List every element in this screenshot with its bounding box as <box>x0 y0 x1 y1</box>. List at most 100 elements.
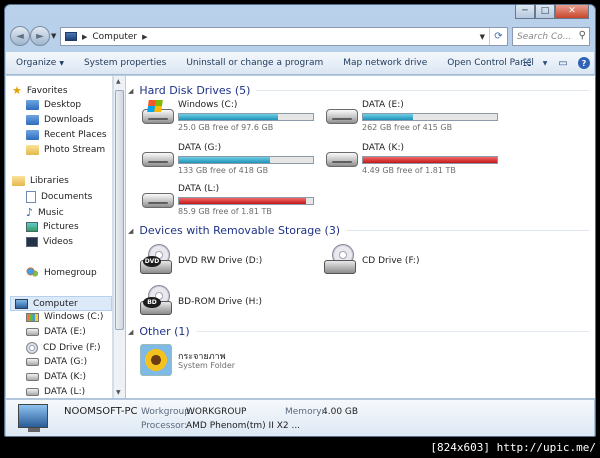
homegroup-icon <box>26 267 39 278</box>
help-icon[interactable]: ? <box>578 57 590 69</box>
sidebar-item-label: Libraries <box>30 176 69 186</box>
computer-icon <box>18 404 48 432</box>
hard-drive-icon <box>26 328 39 336</box>
music-icon: ♪ <box>26 206 34 219</box>
divider <box>256 90 589 91</box>
close-button[interactable]: ✕ <box>555 5 589 19</box>
address-dropdown[interactable]: ▼ <box>480 33 485 41</box>
scroll-up-icon[interactable]: ▲ <box>116 78 121 85</box>
drive-usage-fill <box>179 198 307 204</box>
preview-pane-icon[interactable]: ▭ <box>556 57 570 69</box>
sidebar-item-homegroup[interactable]: Homegroup <box>26 267 97 278</box>
scroll-down-icon[interactable]: ▼ <box>116 389 121 396</box>
sidebar-item-music[interactable]: ♪ Music <box>26 206 64 219</box>
drive-usage-bar <box>178 197 314 205</box>
search-placeholder: Search Co... <box>517 31 572 42</box>
maximize-button[interactable]: □ <box>535 5 555 19</box>
drive-tile-data-l[interactable]: DATA (L:) 85.9 GB free of 1.81 TB <box>140 184 315 216</box>
computer-icon <box>65 32 77 41</box>
group-header-other[interactable]: ◢ Other (1) <box>128 325 589 338</box>
cd-drive-icon <box>26 342 38 354</box>
search-icon[interactable]: ⚲ <box>579 30 586 41</box>
drive-tile-bd-rom-h[interactable]: BD BD-ROM Drive (H:) <box>140 285 320 319</box>
sidebar-item-computer[interactable]: Computer <box>10 296 112 311</box>
documents-icon <box>26 191 36 203</box>
dropdown-arrow-icon: ▼ <box>59 60 64 67</box>
group-header-hard-disk-drives[interactable]: ◢ Hard Disk Drives (5) <box>128 84 589 97</box>
sidebar-item-data-e[interactable]: DATA (E:) <box>26 327 86 337</box>
group-title: Other (1) <box>139 325 190 338</box>
sidebar-item-desktop[interactable]: Desktop <box>26 100 81 110</box>
star-icon: ★ <box>12 84 22 97</box>
sidebar-item-label: CD Drive (F:) <box>43 343 101 353</box>
forward-button[interactable]: ► <box>30 26 50 46</box>
drive-tile-cd-f[interactable]: CD Drive (F:) <box>324 244 504 278</box>
address-bar[interactable]: ▶ Computer ▶ ▼ ⟳ <box>60 27 508 46</box>
content-pane: ◢ Hard Disk Drives (5) Windows (C:) 25.0 … <box>126 76 595 398</box>
minimize-button[interactable]: ─ <box>515 5 535 19</box>
drive-tile-data-k[interactable]: DATA (K:) 4.49 GB free of 1.81 TB <box>324 143 499 175</box>
sidebar-item-recent-places[interactable]: Recent Places <box>26 130 107 140</box>
sidebar-item-label: DATA (K:) <box>44 372 87 382</box>
refresh-icon[interactable]: ⟳ <box>489 28 507 45</box>
drive-tile-windows-c[interactable]: Windows (C:) 25.0 GB free of 97.6 GB <box>140 100 315 132</box>
map-network-drive-button[interactable]: Map network drive <box>333 58 437 68</box>
drive-tile-data-e[interactable]: DATA (E:) 262 GB free of 415 GB <box>324 100 499 132</box>
group-title: Devices with Removable Storage (3) <box>139 224 341 237</box>
system-folder-tile[interactable]: กระจายภาพ System Folder <box>140 344 290 378</box>
drive-free-space: 85.9 GB free of 1.81 TB <box>178 207 272 216</box>
desktop-icon <box>26 100 39 110</box>
scrollbar-thumb[interactable] <box>115 90 124 330</box>
chevron-right-icon[interactable]: ▶ <box>82 33 87 41</box>
explorer-window: ─ □ ✕ ◄ ► ▼ ▶ Computer ▶ ▼ ⟳ Search Co..… <box>4 4 596 437</box>
drive-usage-bar <box>178 156 314 164</box>
sidebar-item-label: Pictures <box>43 222 79 232</box>
collapse-icon[interactable]: ◢ <box>128 227 133 235</box>
navigation-scrollbar[interactable]: ▲ ▼ <box>113 76 125 398</box>
sidebar-item-pictures[interactable]: Pictures <box>26 222 79 232</box>
uninstall-program-button[interactable]: Uninstall or change a program <box>176 58 333 68</box>
view-options-icon[interactable]: ☷ <box>520 57 534 69</box>
sidebar-item-videos[interactable]: Videos <box>26 237 73 247</box>
group-header-removable-storage[interactable]: ◢ Devices with Removable Storage (3) <box>128 224 589 237</box>
sidebar-item-data-k[interactable]: DATA (K:) <box>26 372 86 382</box>
drive-usage-fill <box>363 114 413 120</box>
navigation-bar: ◄ ► ▼ ▶ Computer ▶ ▼ ⟳ Search Co... ⚲ <box>5 23 595 53</box>
sidebar-item-label: DATA (E:) <box>44 327 86 337</box>
collapse-icon[interactable]: ◢ <box>128 328 133 336</box>
organize-button[interactable]: Organize ▼ <box>6 58 74 68</box>
divider <box>346 230 589 231</box>
drive-name: DATA (G:) <box>178 143 222 153</box>
chevron-right-icon[interactable]: ▶ <box>142 33 147 41</box>
sidebar-item-data-g[interactable]: DATA (G:) <box>26 357 87 367</box>
drive-tile-data-g[interactable]: DATA (G:) 133 GB free of 418 GB <box>140 143 315 175</box>
drive-tile-dvd-rw-d[interactable]: DVD DVD RW Drive (D:) <box>140 244 320 278</box>
sidebar-item-cd-f[interactable]: CD Drive (F:) <box>26 342 100 354</box>
sidebar-item-label: DATA (L:) <box>44 387 86 397</box>
command-bar: Organize ▼ System properties Uninstall or… <box>6 52 594 75</box>
hard-drive-icon <box>26 358 39 366</box>
system-properties-button[interactable]: System properties <box>74 58 176 68</box>
sidebar-item-documents[interactable]: Documents <box>26 191 92 203</box>
recent-pages-dropdown[interactable]: ▼ <box>51 32 56 40</box>
videos-icon <box>26 237 38 247</box>
sidebar-item-windows-c[interactable]: Windows (C:) <box>26 312 103 322</box>
drive-usage-fill <box>179 157 271 163</box>
sidebar-item-downloads[interactable]: Downloads <box>26 115 93 125</box>
sidebar-item-data-l[interactable]: DATA (L:) <box>26 387 85 397</box>
drive-free-space: 4.49 GB free of 1.81 TB <box>362 166 456 175</box>
sidebar-item-favorites[interactable]: ★ Favorites <box>12 84 68 97</box>
downloads-icon <box>26 115 39 125</box>
sidebar-item-photo-stream[interactable]: Photo Stream <box>26 145 105 155</box>
collapse-icon[interactable]: ◢ <box>128 87 133 95</box>
sidebar-item-label: Favorites <box>26 85 68 96</box>
back-button[interactable]: ◄ <box>10 26 30 46</box>
search-input[interactable]: Search Co... ⚲ <box>512 27 590 46</box>
dropdown-arrow-icon[interactable]: ▼ <box>542 57 548 69</box>
drive-free-space: 133 GB free of 418 GB <box>178 166 269 175</box>
sidebar-item-libraries[interactable]: Libraries <box>12 176 69 186</box>
recent-places-icon <box>26 130 39 140</box>
toolbar-right: ☷ ▼ ▭ ? <box>520 57 590 69</box>
drive-name: CD Drive (F:) <box>362 256 420 266</box>
hard-drive-icon <box>26 373 39 381</box>
